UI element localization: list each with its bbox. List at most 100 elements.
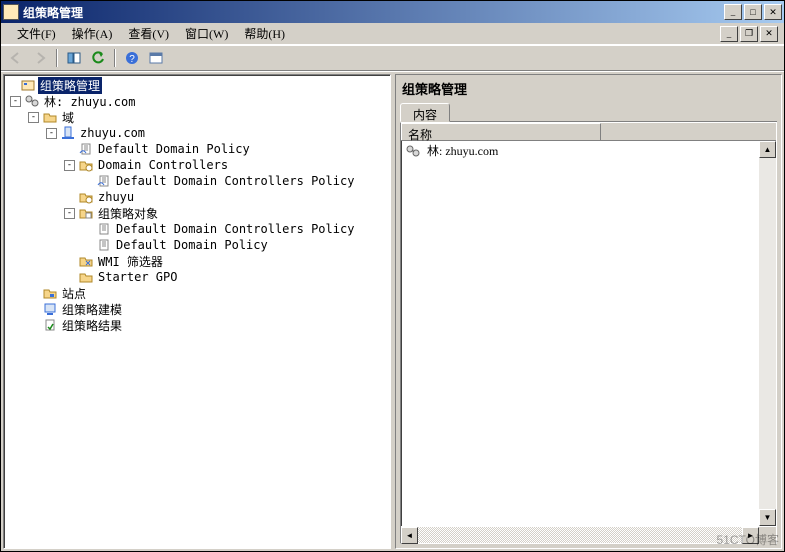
toolbar-show-hide-tree-button[interactable]: [63, 47, 85, 69]
client-area: 组策略管理 - 林: zhuyu.com - 域 -: [1, 71, 784, 551]
collapse-icon[interactable]: -: [64, 208, 75, 219]
tree-node-gpo-container[interactable]: - 组策略对象: [6, 205, 388, 221]
tab-content[interactable]: 内容: [400, 103, 450, 122]
back-arrow-icon: [9, 51, 23, 65]
app-icon: [3, 4, 19, 20]
tree-node-label: Default Domain Policy: [96, 142, 252, 156]
menu-action[interactable]: 操作(A): [64, 23, 121, 44]
gpo-link-icon: [78, 142, 94, 156]
tree-node-label: 域: [60, 109, 76, 126]
watermark: 51CTO博客: [717, 531, 779, 548]
tree-node-label: WMI 筛选器: [96, 253, 165, 270]
properties-icon: [149, 51, 163, 65]
tree-node-sites[interactable]: 站点: [6, 285, 388, 301]
refresh-icon: [91, 51, 105, 65]
window-title: 组策略管理: [23, 4, 724, 21]
tree-node-label: zhuyu.com: [78, 126, 147, 140]
maximize-button[interactable]: □: [744, 4, 762, 20]
menu-view[interactable]: 查看(V): [120, 23, 177, 44]
tree-node-forest[interactable]: - 林: zhuyu.com: [6, 93, 388, 109]
svg-text:?: ?: [129, 54, 135, 65]
tree-node-label: Starter GPO: [96, 270, 179, 284]
tree-node-label: Default Domain Controllers Policy: [114, 222, 356, 236]
tree-node-label: Default Domain Controllers Policy: [114, 174, 356, 188]
toolbar: ?: [1, 45, 784, 71]
forest-icon: [405, 144, 421, 158]
ou-folder-icon: [78, 158, 94, 172]
mdi-restore-button[interactable]: ❐: [740, 26, 758, 42]
menu-help[interactable]: 帮助(H): [236, 23, 293, 44]
tree-node-label: 站点: [60, 285, 88, 302]
tree[interactable]: 组策略管理 - 林: zhuyu.com - 域 -: [4, 75, 390, 335]
collapse-icon[interactable]: -: [28, 112, 39, 123]
tree-node-domains[interactable]: - 域: [6, 109, 388, 125]
list-body[interactable]: 林: zhuyu.com: [401, 141, 776, 526]
title-bar: 组策略管理 _ □ ✕: [1, 1, 784, 23]
menu-bar: 文件(F) 操作(A) 查看(V) 窗口(W) 帮助(H) _ ❐ ✕: [1, 23, 784, 45]
mdi-minimize-button[interactable]: _: [720, 26, 738, 42]
gp-results-icon: [42, 318, 58, 332]
domains-folder-icon: [42, 110, 58, 124]
tree-node-label: 组策略对象: [96, 205, 160, 222]
tree-node-label: 组策略建模: [60, 301, 124, 318]
tree-node-label: Default Domain Policy: [114, 238, 270, 252]
gpo-link-icon: [96, 174, 112, 188]
toolbar-properties-button[interactable]: [145, 47, 167, 69]
tree-node-domain[interactable]: - zhuyu.com: [6, 125, 388, 141]
forest-icon: [24, 94, 40, 108]
close-button[interactable]: ✕: [764, 4, 782, 20]
vertical-scrollbar[interactable]: ▲ ▼: [759, 141, 776, 526]
gpo-container-icon: [78, 206, 94, 220]
collapse-icon[interactable]: -: [46, 128, 57, 139]
tree-node-gp-results[interactable]: 组策略结果: [6, 317, 388, 333]
gpo-icon: [96, 238, 112, 252]
ou-folder-icon: [78, 190, 94, 204]
list-item-label: 林: zhuyu.com: [427, 142, 498, 159]
sites-folder-icon: [42, 286, 58, 300]
panel-toggle-icon: [67, 51, 81, 65]
gp-modeling-icon: [42, 302, 58, 316]
tree-node-zhuyu-ou[interactable]: zhuyu: [6, 189, 388, 205]
tree-node-starter-gpo[interactable]: Starter GPO: [6, 269, 388, 285]
toolbar-forward-button[interactable]: [29, 47, 51, 69]
starter-gpo-folder-icon: [78, 270, 94, 284]
minimize-button[interactable]: _: [724, 4, 742, 20]
gpo-icon: [96, 222, 112, 236]
details-list: 名称 林: zhuyu.com ▲ ▼ ◄ ►: [400, 122, 777, 544]
tree-node-label: Domain Controllers: [96, 158, 230, 172]
toolbar-refresh-button[interactable]: [87, 47, 109, 69]
toolbar-separator: [114, 49, 116, 67]
help-icon: ?: [125, 51, 139, 65]
toolbar-back-button[interactable]: [5, 47, 27, 69]
scroll-track[interactable]: [759, 158, 776, 509]
tab-strip: 内容: [400, 102, 777, 122]
tree-node-root[interactable]: 组策略管理: [6, 77, 388, 93]
tree-node-gp-modeling[interactable]: 组策略建模: [6, 301, 388, 317]
toolbar-help-button[interactable]: ?: [121, 47, 143, 69]
toolbar-separator: [56, 49, 58, 67]
app-window: 组策略管理 _ □ ✕ 文件(F) 操作(A) 查看(V) 窗口(W) 帮助(H…: [0, 0, 785, 552]
tree-node-default-domain-policy[interactable]: Default Domain Policy: [6, 141, 388, 157]
tree-node-default-dc-policy[interactable]: Default Domain Controllers Policy: [6, 173, 388, 189]
column-header-row: 名称: [401, 123, 776, 141]
forward-arrow-icon: [33, 51, 47, 65]
mdi-close-button[interactable]: ✕: [760, 26, 778, 42]
tree-node-gpo-ddcp[interactable]: Default Domain Controllers Policy: [6, 221, 388, 237]
tree-node-domain-controllers-ou[interactable]: - Domain Controllers: [6, 157, 388, 173]
scroll-up-button[interactable]: ▲: [759, 141, 776, 158]
scroll-track[interactable]: [418, 527, 742, 543]
collapse-icon[interactable]: -: [64, 160, 75, 171]
wmi-folder-icon: [78, 254, 94, 268]
scroll-left-button[interactable]: ◄: [401, 527, 418, 544]
menu-window[interactable]: 窗口(W): [177, 23, 236, 44]
domain-icon: [60, 126, 76, 140]
column-header-name[interactable]: 名称: [401, 123, 601, 140]
collapse-icon[interactable]: -: [10, 96, 21, 107]
details-panel: 组策略管理 内容 名称 林: zhuyu.com ▲ ▼: [395, 74, 782, 549]
gpm-root-icon: [20, 78, 36, 92]
scroll-down-button[interactable]: ▼: [759, 509, 776, 526]
list-item[interactable]: 林: zhuyu.com: [401, 141, 776, 160]
menu-file[interactable]: 文件(F): [9, 23, 64, 44]
tree-node-wmi-filters[interactable]: WMI 筛选器: [6, 253, 388, 269]
tree-node-gpo-ddp[interactable]: Default Domain Policy: [6, 237, 388, 253]
